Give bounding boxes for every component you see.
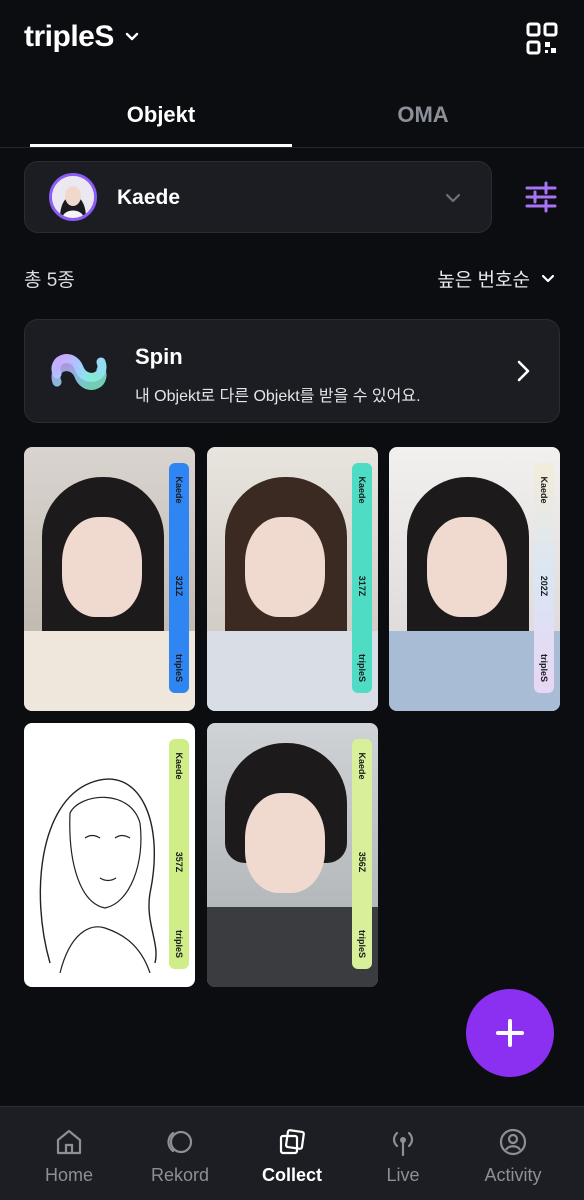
app-title: tripleS: [24, 20, 114, 53]
bottom-navigation: Home Rekord Collect Live Activity: [0, 1106, 584, 1200]
tab-objekt[interactable]: Objekt: [30, 92, 292, 148]
objekt-photo-face: [62, 517, 142, 617]
objekt-group: tripleS: [174, 929, 184, 959]
objekt-group: tripleS: [174, 653, 184, 683]
tab-bar: Objekt OMA: [0, 92, 584, 148]
objekt-strip: Kaede 202Z tripleS: [534, 463, 554, 693]
nav-label: Collect: [261, 1165, 322, 1185]
objekt-group: tripleS: [539, 653, 549, 683]
add-button[interactable]: [466, 989, 554, 1077]
spin-description: 내 Objekt로 다른 Objekt를 받을 수 있어요.: [135, 388, 421, 405]
nav-label: Home: [44, 1165, 93, 1185]
objekt-photo-face: [245, 793, 325, 893]
live-broadcast-icon: [392, 1131, 414, 1157]
objekt-member: Kaede: [174, 752, 184, 780]
objekt-member: Kaede: [357, 752, 367, 780]
nav-home[interactable]: Home: [14, 1107, 124, 1200]
nav-live[interactable]: Live: [348, 1107, 458, 1200]
objekt-photo-face: [245, 517, 325, 617]
objekt-strip: Kaede 356Z tripleS: [352, 739, 372, 969]
plus-icon-vertical: [508, 1019, 512, 1047]
spin-arrows-icon: [51, 354, 107, 390]
objekt-card[interactable]: Kaede 317Z tripleS: [207, 447, 378, 711]
collect-icon: [279, 1129, 305, 1155]
sort-dropdown[interactable]: 높은 번호순: [437, 265, 556, 292]
objekt-card[interactable]: Kaede 202Z tripleS: [389, 447, 560, 711]
objekt-member: Kaede: [539, 476, 549, 504]
objekt-number: 317Z: [357, 575, 367, 597]
objekt-member: Kaede: [174, 476, 184, 504]
chevron-down-icon: [541, 274, 555, 282]
chevron-down-icon: [445, 193, 461, 203]
activity-user-icon: [499, 1128, 527, 1156]
objekt-strip: Kaede 357Z tripleS: [169, 739, 189, 969]
top-bar: tripleS: [0, 0, 584, 80]
objekt-strip: Kaede 317Z tripleS: [352, 463, 372, 693]
objekt-number: 202Z: [539, 575, 549, 597]
line-drawing-portrait: [39, 778, 157, 973]
nav-label: Rekord: [150, 1165, 210, 1185]
group-selector[interactable]: tripleS: [24, 20, 140, 54]
nav-activity[interactable]: Activity: [458, 1107, 568, 1200]
chevron-down-icon: [125, 32, 139, 41]
objekt-number: 357Z: [174, 851, 184, 873]
nav-label: Live: [386, 1165, 420, 1185]
rekord-icon: [167, 1130, 193, 1154]
member-select-dropdown[interactable]: Kaede: [24, 161, 492, 233]
objekt-group: tripleS: [357, 653, 367, 683]
member-avatar-image: [52, 176, 94, 218]
sort-label: 높은 번호순: [437, 270, 530, 291]
objekt-card[interactable]: Kaede 357Z tripleS: [24, 723, 195, 987]
home-icon: [56, 1129, 82, 1155]
objekt-member: Kaede: [357, 476, 367, 504]
objekt-group: tripleS: [357, 929, 367, 959]
nav-rekord[interactable]: Rekord: [125, 1107, 235, 1200]
objekt-card[interactable]: Kaede 356Z tripleS: [207, 723, 378, 987]
chevron-right-icon: [517, 360, 530, 382]
avatar: [49, 173, 97, 221]
objekt-photo-face: [427, 517, 507, 617]
spin-card[interactable]: Spin 내 Objekt로 다른 Objekt를 받을 수 있어요.: [24, 319, 560, 423]
objekt-card[interactable]: Kaede 321Z tripleS: [24, 447, 195, 711]
spin-title: Spin: [135, 344, 183, 369]
objekt-count: 총 5종: [24, 270, 75, 291]
member-name: Kaede: [117, 186, 181, 209]
objekt-number: 321Z: [174, 575, 184, 597]
filter-sliders-icon[interactable]: [524, 180, 558, 214]
objekt-strip: Kaede 321Z tripleS: [169, 463, 189, 693]
tab-oma[interactable]: OMA: [292, 92, 554, 148]
qr-code-icon[interactable]: [526, 22, 558, 56]
active-tab-indicator: [30, 144, 292, 147]
objekt-number: 356Z: [357, 851, 367, 873]
nav-label: Activity: [484, 1165, 542, 1185]
nav-collect[interactable]: Collect: [237, 1107, 347, 1200]
